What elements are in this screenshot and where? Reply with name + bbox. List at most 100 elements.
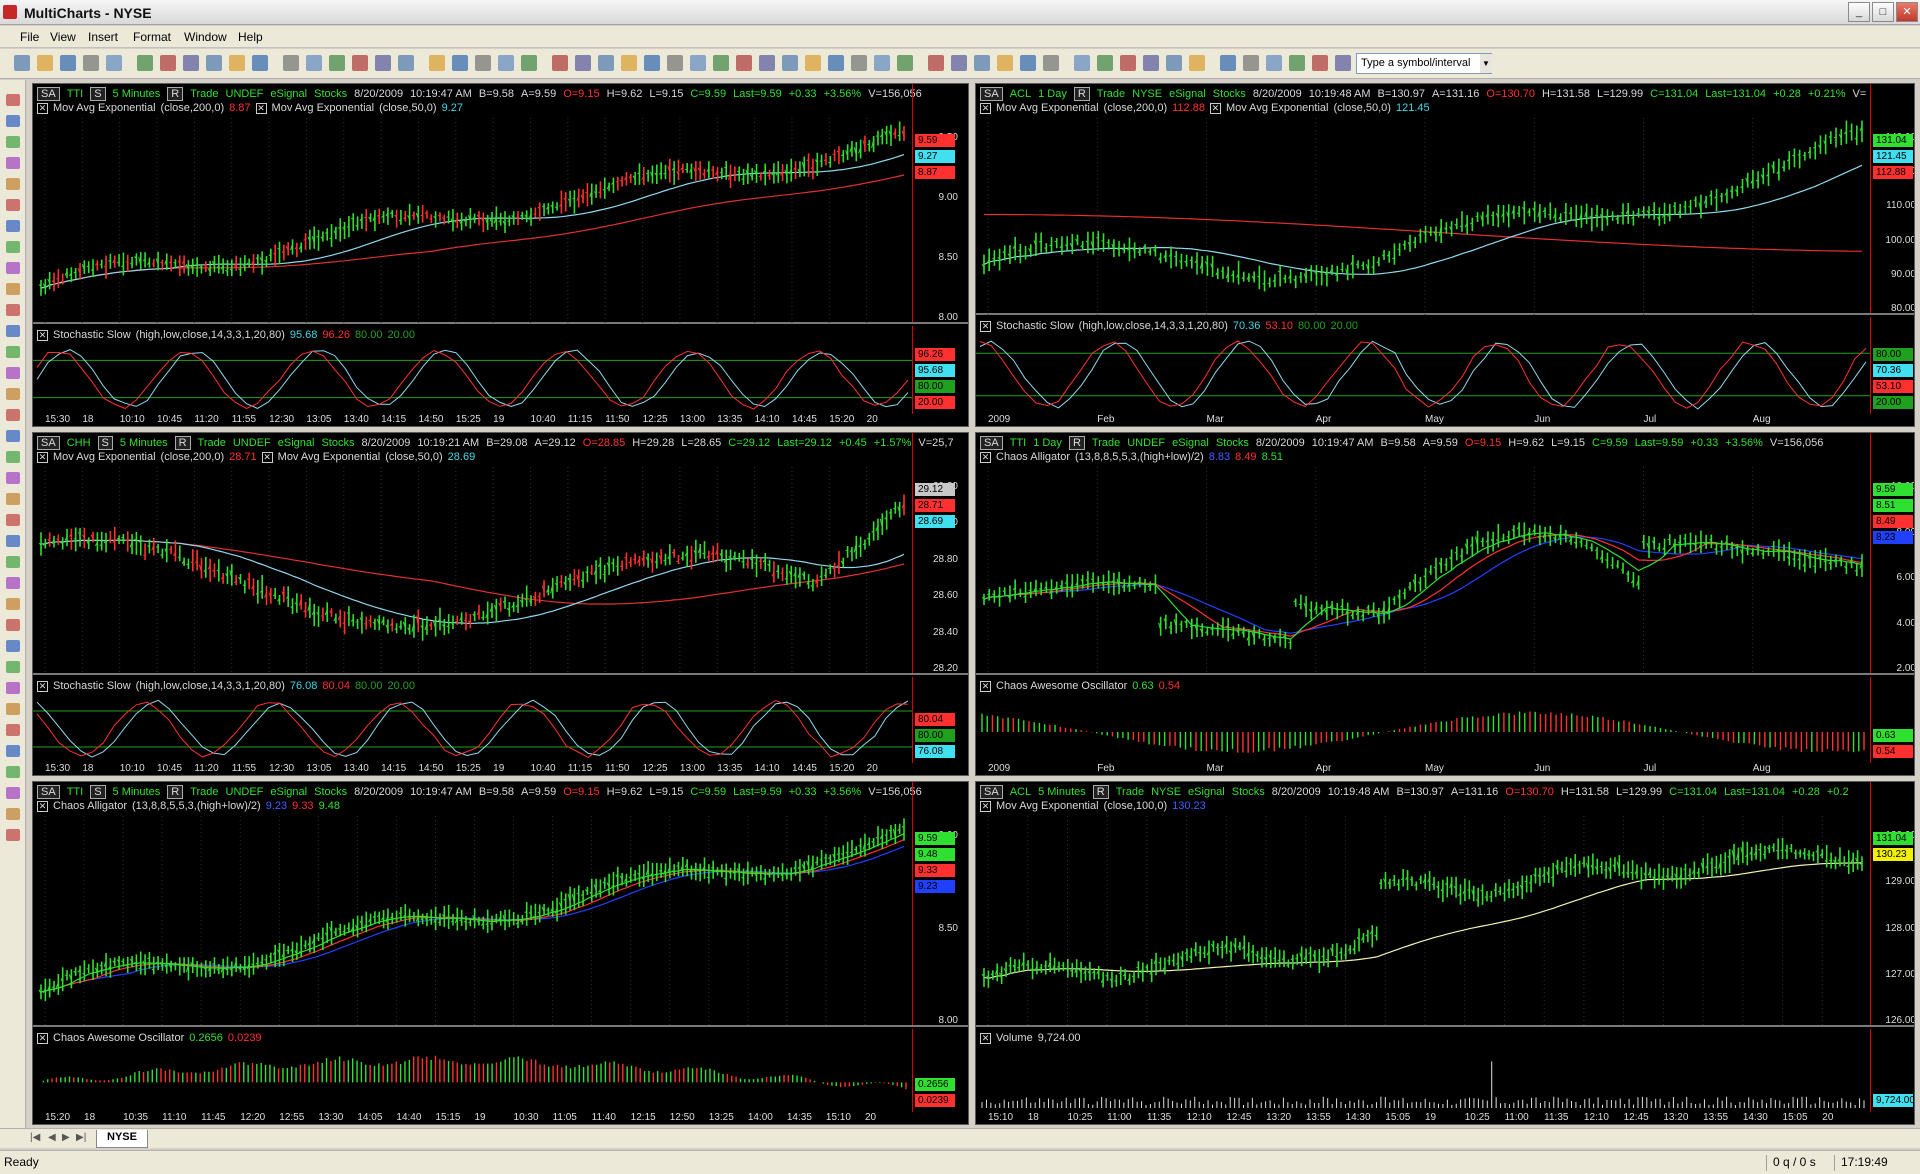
toolbar-tool-icon[interactable] [106, 55, 122, 71]
toolbar-tool-icon[interactable] [329, 55, 345, 71]
drawing-tool-icon[interactable] [6, 808, 20, 820]
last-tab-icon[interactable]: ▶| [76, 1132, 86, 1143]
chart-window-acl-5m[interactable]: SA ACL 5 Minutes R Trade NYSE eSignal Stocks 8/2… [975, 781, 1915, 1125]
drawing-tool-icon[interactable] [6, 661, 20, 673]
toolbar-tool-icon[interactable] [667, 55, 683, 71]
toolbar-tool-icon[interactable] [498, 55, 514, 71]
drawing-tool-icon[interactable] [6, 388, 20, 400]
toolbar-tool-icon[interactable] [759, 55, 775, 71]
drawing-tool-icon[interactable] [6, 325, 20, 337]
next-tab-icon[interactable]: ▶ [62, 1132, 70, 1143]
price-pane[interactable]: SA CHH S 5 Minutes R Trade UNDEF eSignal Stocks 8… [33, 433, 968, 675]
toolbar-tool-icon[interactable] [1266, 55, 1282, 71]
indicator-pane[interactable]: ✕ Stochastic Slow (high,low,close,14,3,3,1… [33, 677, 968, 763]
indicator-pane[interactable]: ✕ Chaos Awesome Oscillator 0.2656 0.0239 0.2… [33, 1029, 968, 1112]
toolbar-tool-icon[interactable] [306, 55, 322, 71]
drawing-tool-icon[interactable] [6, 493, 20, 505]
tab-nyse[interactable]: NYSE [96, 1130, 148, 1148]
drawing-tool-icon[interactable] [6, 472, 20, 484]
toolbar-tool-icon[interactable] [736, 55, 752, 71]
drawing-tool-icon[interactable] [6, 535, 20, 547]
drawing-tool-icon[interactable] [6, 346, 20, 358]
menu-view[interactable]: View [50, 30, 76, 44]
toolbar-tool-icon[interactable] [1143, 55, 1159, 71]
toolbar-tool-icon[interactable] [598, 55, 614, 71]
chart-window-tti-5m-b[interactable]: SA TTI S 5 Minutes R Trade UNDEF eSignal Stocks 8… [32, 781, 969, 1125]
toolbar-tool-icon[interactable] [552, 55, 568, 71]
toolbar-tool-icon[interactable] [375, 55, 391, 71]
toolbar-tool-icon[interactable] [398, 55, 414, 71]
toolbar-tool-icon[interactable] [713, 55, 729, 71]
minimize-button[interactable]: _ [1848, 2, 1870, 22]
drawing-tool-icon[interactable] [6, 115, 20, 127]
toolbar-tool-icon[interactable] [1289, 55, 1305, 71]
toolbar-tool-icon[interactable] [782, 55, 798, 71]
toolbar-tool-icon[interactable] [521, 55, 537, 71]
drawing-tool-icon[interactable] [6, 556, 20, 568]
drawing-tool-icon[interactable] [6, 724, 20, 736]
toolbar-tool-icon[interactable] [429, 55, 445, 71]
price-pane[interactable]: SA ACL 1 Day R Trade NYSE eSignal Stocks 8/20/20… [976, 84, 1914, 315]
toolbar-tool-icon[interactable] [897, 55, 913, 71]
toolbar-tool-icon[interactable] [1243, 55, 1259, 71]
toolbar-tool-icon[interactable] [1074, 55, 1090, 71]
toolbar-tool-icon[interactable] [1335, 55, 1351, 71]
toolbar-tool-icon[interactable] [60, 55, 76, 71]
drawing-tool-icon[interactable] [6, 409, 20, 421]
toolbar-tool-icon[interactable] [644, 55, 660, 71]
toolbar-tool-icon[interactable] [1189, 55, 1205, 71]
toolbar-tool-icon[interactable] [183, 55, 199, 71]
toolbar-tool-icon[interactable] [1220, 55, 1236, 71]
toolbar-tool-icon[interactable] [252, 55, 268, 71]
drawing-tool-icon[interactable] [6, 262, 20, 274]
drawing-tool-icon[interactable] [6, 451, 20, 463]
toolbar-tool-icon[interactable] [475, 55, 491, 71]
drawing-tool-icon[interactable] [6, 703, 20, 715]
toolbar-tool-icon[interactable] [874, 55, 890, 71]
toolbar-tool-icon[interactable] [974, 55, 990, 71]
chart-window-acl-1d[interactable]: SA ACL 1 Day R Trade NYSE eSignal Stocks 8/20/20… [975, 83, 1915, 427]
menu-help[interactable]: Help [238, 30, 263, 44]
chart-window-chh-5m[interactable]: SA CHH S 5 Minutes R Trade UNDEF eSignal Stocks 8… [32, 432, 969, 776]
indicator-pane[interactable]: ✕ Volume 9,724.00 9,724.00 [976, 1029, 1914, 1112]
drawing-tool-icon[interactable] [6, 199, 20, 211]
close-button[interactable]: ✕ [1896, 2, 1918, 22]
toolbar-tool-icon[interactable] [805, 55, 821, 71]
toolbar-tool-icon[interactable] [1020, 55, 1036, 71]
drawing-tool-icon[interactable] [6, 619, 20, 631]
toolbar-tool-icon[interactable] [690, 55, 706, 71]
price-pane[interactable]: SA ACL 5 Minutes R Trade NYSE eSignal Stocks 8/2… [976, 782, 1914, 1027]
toolbar-tool-icon[interactable] [997, 55, 1013, 71]
drawing-tool-icon[interactable] [6, 598, 20, 610]
drawing-tool-icon[interactable] [6, 283, 20, 295]
toolbar-tool-icon[interactable] [14, 55, 30, 71]
toolbar-tool-icon[interactable] [928, 55, 944, 71]
price-pane[interactable]: SA TTI S 5 Minutes R Trade UNDEF eSignal Stocks 8… [33, 782, 968, 1027]
drawing-tool-icon[interactable] [6, 178, 20, 190]
toolbar-tool-icon[interactable] [851, 55, 867, 71]
drawing-tool-icon[interactable] [6, 514, 20, 526]
toolbar-tool-icon[interactable] [951, 55, 967, 71]
toolbar-tool-icon[interactable] [283, 55, 299, 71]
chart-window-tti-1d[interactable]: SA TTI 1 Day R Trade UNDEF eSignal Stocks 8/20/2… [975, 432, 1915, 776]
indicator-pane[interactable]: ✕ Chaos Awesome Oscillator 0.63 0.54 0.63 0.5… [976, 677, 1914, 763]
toolbar-tool-icon[interactable] [229, 55, 245, 71]
drawing-tool-icon[interactable] [6, 787, 20, 799]
toolbar-tool-icon[interactable] [575, 55, 591, 71]
toolbar-tool-icon[interactable] [83, 55, 99, 71]
first-tab-icon[interactable]: |◀ [30, 1132, 40, 1143]
prev-tab-icon[interactable]: ◀ [48, 1132, 56, 1143]
drawing-tool-icon[interactable] [6, 745, 20, 757]
toolbar-tool-icon[interactable] [206, 55, 222, 71]
price-pane[interactable]: SA TTI S 5 Minutes R Trade UNDEF eSignal Stocks 8… [33, 84, 968, 324]
toolbar-tool-icon[interactable] [1166, 55, 1182, 71]
drawing-tool-icon[interactable] [6, 304, 20, 316]
toolbar-tool-icon[interactable] [621, 55, 637, 71]
toolbar-tool-icon[interactable] [828, 55, 844, 71]
toolbar-tool-icon[interactable] [1312, 55, 1328, 71]
symbol-dropdown-icon[interactable]: ▼ [1480, 54, 1492, 73]
menu-window[interactable]: Window [184, 30, 227, 44]
drawing-tool-icon[interactable] [6, 157, 20, 169]
drawing-tool-icon[interactable] [6, 577, 20, 589]
indicator-pane[interactable]: ✕ Stochastic Slow (high,low,close,14,3,3,1… [976, 317, 1914, 414]
